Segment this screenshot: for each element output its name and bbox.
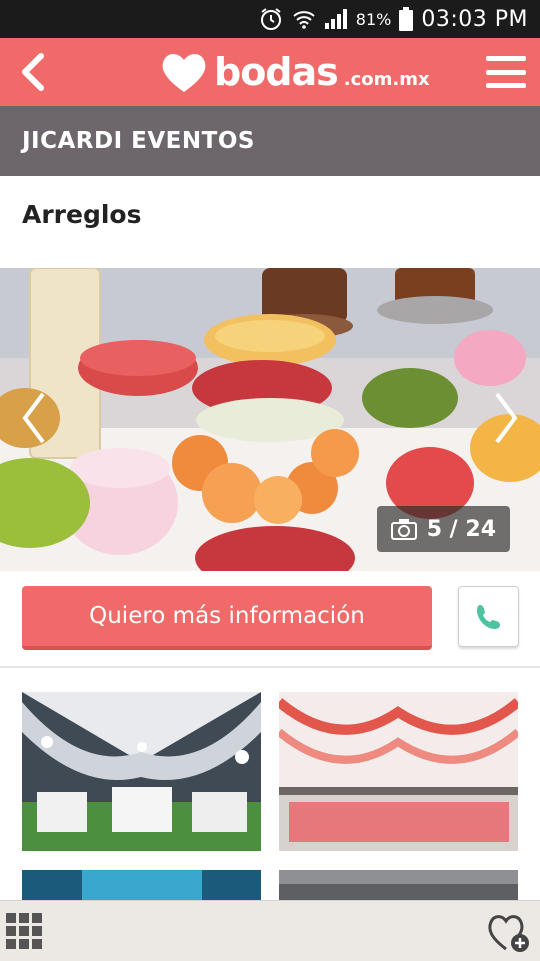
- thumbnail-image: [22, 692, 261, 851]
- logo-text: bodas: [214, 50, 339, 94]
- grid-icon: [6, 939, 16, 949]
- menu-icon-bar: [486, 69, 526, 75]
- previous-photo-button[interactable]: [14, 388, 54, 448]
- photo-gallery[interactable]: 5 / 24: [0, 268, 540, 571]
- photo-counter: 5 / 24: [376, 506, 510, 552]
- heart-plus-icon: [488, 915, 529, 952]
- grid-icon: [32, 939, 42, 949]
- grid-icon: [32, 913, 42, 923]
- grid-icon: [19, 913, 29, 923]
- add-favorite-button[interactable]: [486, 911, 530, 953]
- grid-icon: [6, 926, 16, 936]
- menu-button[interactable]: [486, 52, 526, 92]
- app-bar: bodas .com.mx: [0, 38, 540, 106]
- bottom-bar: [0, 900, 540, 961]
- request-info-button[interactable]: Quiero más información: [22, 586, 432, 650]
- grid-menu-button[interactable]: [6, 913, 44, 951]
- grid-icon: [32, 926, 42, 936]
- clock: 03:03 PM: [421, 6, 528, 32]
- alarm-icon: [258, 6, 284, 32]
- next-photo-button[interactable]: [486, 388, 526, 448]
- camera-icon: [390, 519, 417, 540]
- call-button[interactable]: [458, 586, 519, 647]
- chevron-left-icon: [22, 392, 45, 444]
- signal-icon: [324, 8, 348, 30]
- logo-suffix: .com.mx: [343, 68, 430, 90]
- back-button[interactable]: [12, 50, 56, 94]
- grid-icon: [6, 913, 16, 923]
- status-bar: 81% 03:03 PM: [0, 0, 540, 38]
- photo-counter-text: 5 / 24: [426, 516, 496, 542]
- wifi-icon: [292, 7, 316, 31]
- menu-icon-bar: [486, 56, 526, 61]
- grid-icon: [19, 926, 29, 936]
- phone-icon: [476, 604, 500, 629]
- back-icon: [22, 53, 44, 91]
- battery-percent: 81%: [355, 9, 392, 29]
- gallery-thumbnail[interactable]: [279, 692, 518, 851]
- thumbnail-image: [279, 692, 518, 851]
- heart-logo-icon: [162, 54, 206, 92]
- vendor-bar: JICARDI EVENTOS: [0, 106, 540, 176]
- section-title: Arreglos: [22, 200, 142, 229]
- gallery-thumbnail[interactable]: [22, 692, 261, 851]
- battery-icon: [399, 7, 414, 31]
- brand-logo[interactable]: bodas .com.mx: [160, 46, 430, 98]
- chevron-right-icon: [495, 392, 518, 444]
- divider: [0, 666, 540, 668]
- vendor-name: JICARDI EVENTOS: [22, 128, 255, 154]
- menu-icon-bar: [486, 83, 526, 88]
- grid-icon: [19, 939, 29, 949]
